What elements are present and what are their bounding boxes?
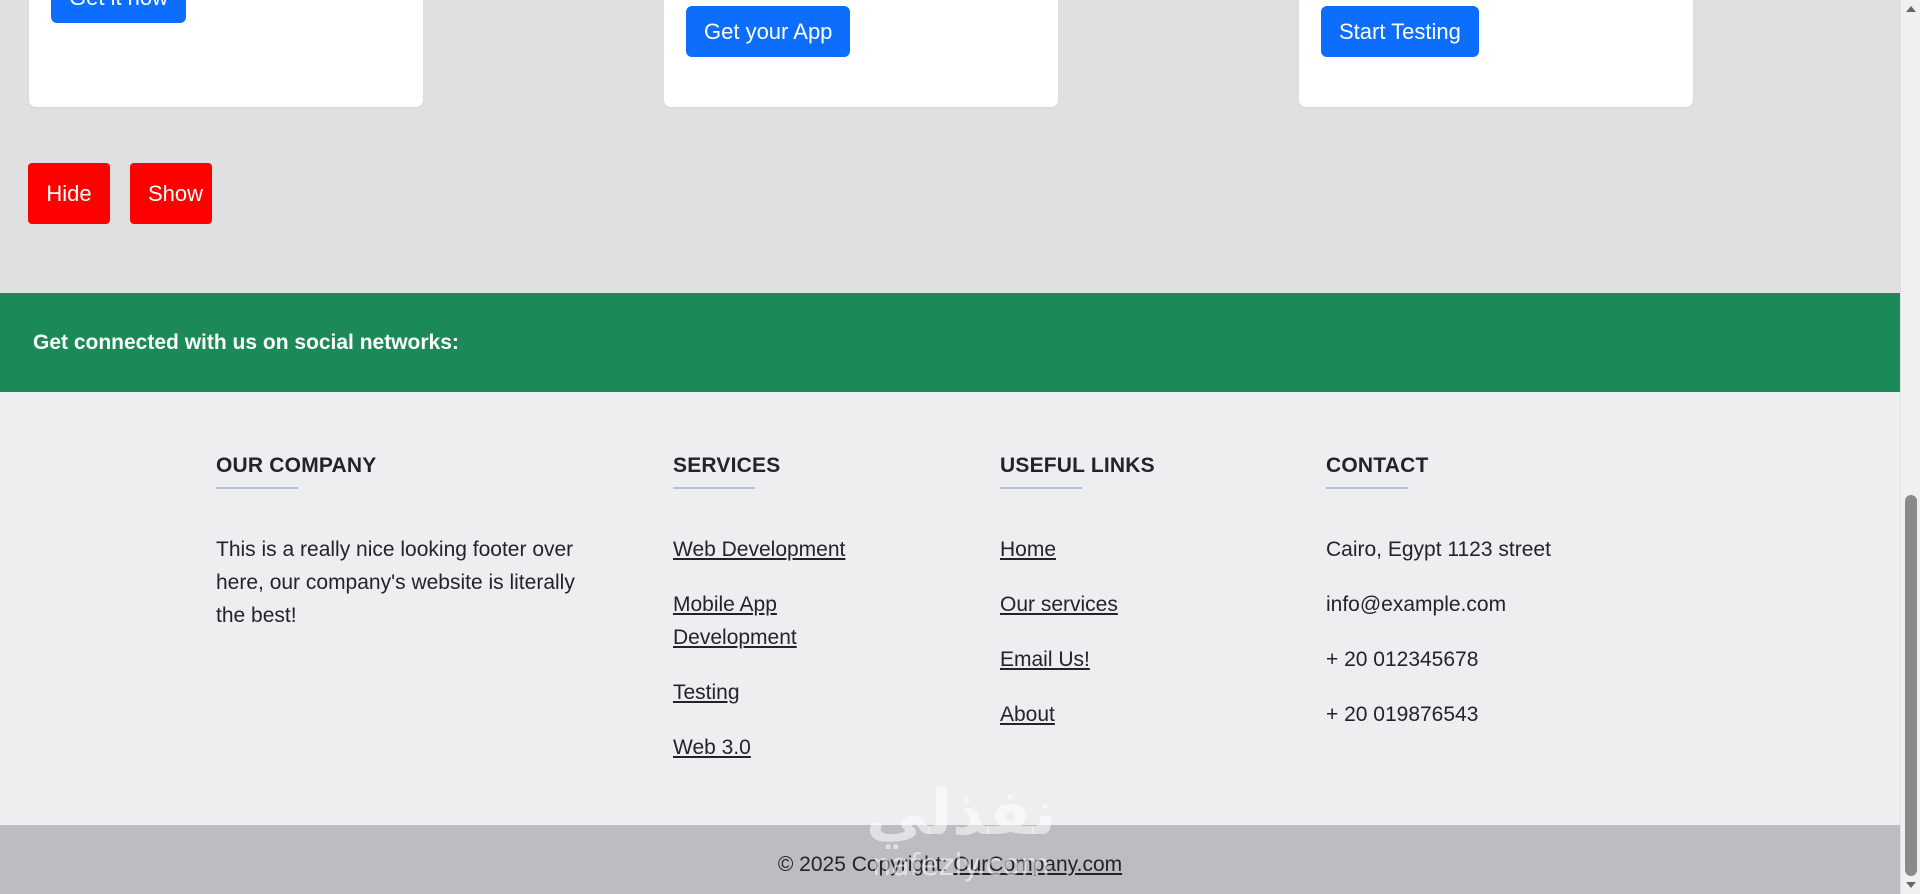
link-web-development[interactable]: Web Development <box>673 533 913 566</box>
link-email-us[interactable]: Email Us! <box>1000 643 1240 676</box>
scroll-down-arrow-icon[interactable] <box>1906 882 1916 888</box>
heading-divider <box>1000 487 1082 489</box>
link-mobile-app-development[interactable]: Mobile App Development <box>673 588 843 654</box>
hide-button[interactable]: Hide <box>28 163 110 224</box>
copyright-bar: © 2025 Copyright: OurCompany.com <box>0 825 1900 894</box>
copyright-text: © 2025 Copyright: <box>777 853 954 876</box>
social-networks-bar: Get connected with us on social networks… <box>0 293 1900 392</box>
footer-col-services: SERVICES Web Development Mobile App Deve… <box>673 454 913 786</box>
company-site-link[interactable]: OurCompany.com <box>953 853 1122 876</box>
cards-section: Get it now Get your App Start Testing Hi… <box>0 0 1900 293</box>
heading-divider <box>216 487 298 489</box>
card-get-it-now: Get it now <box>29 0 423 107</box>
company-heading: OUR COMPANY <box>216 454 377 477</box>
link-home[interactable]: Home <box>1000 533 1240 566</box>
footer-col-useful-links: USEFUL LINKS Home Our services Email Us!… <box>1000 454 1240 753</box>
link-about[interactable]: About <box>1000 698 1240 731</box>
contact-address: Cairo, Egypt 1123 street <box>1326 538 1551 561</box>
scroll-up-arrow-icon[interactable] <box>1906 6 1916 12</box>
get-your-app-button[interactable]: Get your App <box>686 6 851 57</box>
contact-heading: CONTACT <box>1326 454 1429 477</box>
company-description: This is a really nice looking footer ove… <box>216 538 575 627</box>
footer-col-company: OUR COMPANY This is a really nice lookin… <box>216 454 576 632</box>
scrollbar-thumb[interactable] <box>1905 495 1917 876</box>
contact-email: info@example.com <box>1326 593 1507 616</box>
services-heading: SERVICES <box>673 454 781 477</box>
contact-phone-2: + 20 019876543 <box>1326 703 1479 726</box>
start-testing-button[interactable]: Start Testing <box>1321 6 1479 57</box>
link-web3[interactable]: Web 3.0 <box>673 731 913 764</box>
get-it-now-button[interactable]: Get it now <box>51 0 187 23</box>
useful-links-heading: USEFUL LINKS <box>1000 454 1155 477</box>
heading-divider <box>673 487 755 489</box>
page-scrollbar[interactable] <box>1900 0 1920 894</box>
show-button[interactable]: Show <box>130 163 212 224</box>
link-our-services[interactable]: Our services <box>1000 588 1240 621</box>
link-testing[interactable]: Testing <box>673 676 913 709</box>
card-start-testing: Start Testing <box>1299 0 1693 107</box>
footer: OUR COMPANY This is a really nice lookin… <box>0 392 1900 825</box>
social-bar-text: Get connected with us on social networks… <box>33 331 459 354</box>
footer-col-contact: CONTACT Cairo, Egypt 1123 street info@ex… <box>1326 454 1646 753</box>
heading-divider <box>1326 487 1408 489</box>
contact-phone-1: + 20 012345678 <box>1326 648 1479 671</box>
card-get-your-app: Get your App <box>664 0 1058 107</box>
